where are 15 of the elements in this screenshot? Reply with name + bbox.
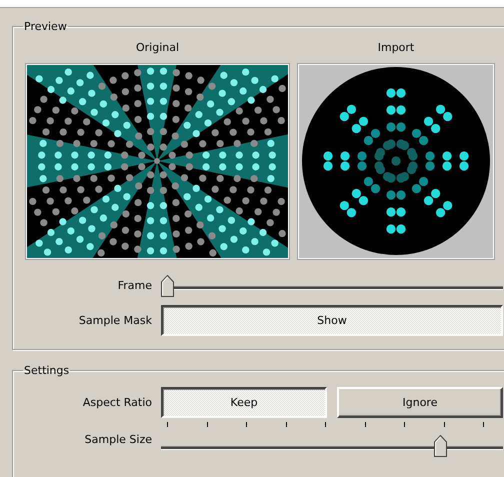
pane-label: Import [378,41,414,56]
sample-size-label: Sample Size [84,432,152,446]
slider-thumb[interactable] [161,275,174,297]
frame-slider[interactable] [161,274,503,296]
slider-thumb[interactable] [434,435,448,457]
frame-label: Frame [116,278,152,292]
sample-size-slider[interactable] [161,422,503,456]
group-title: Settings [23,364,70,377]
group-title: Preview [23,20,68,33]
pane-label: Original [136,41,180,56]
show-button[interactable]: Show [161,305,503,336]
sample-mask-label: Sample Mask [78,314,152,327]
aspect-option-button[interactable]: Ignore [337,387,503,418]
aspect-option-button[interactable]: Keep [161,387,327,418]
aspect-ratio-label: Aspect Ratio [82,396,152,409]
